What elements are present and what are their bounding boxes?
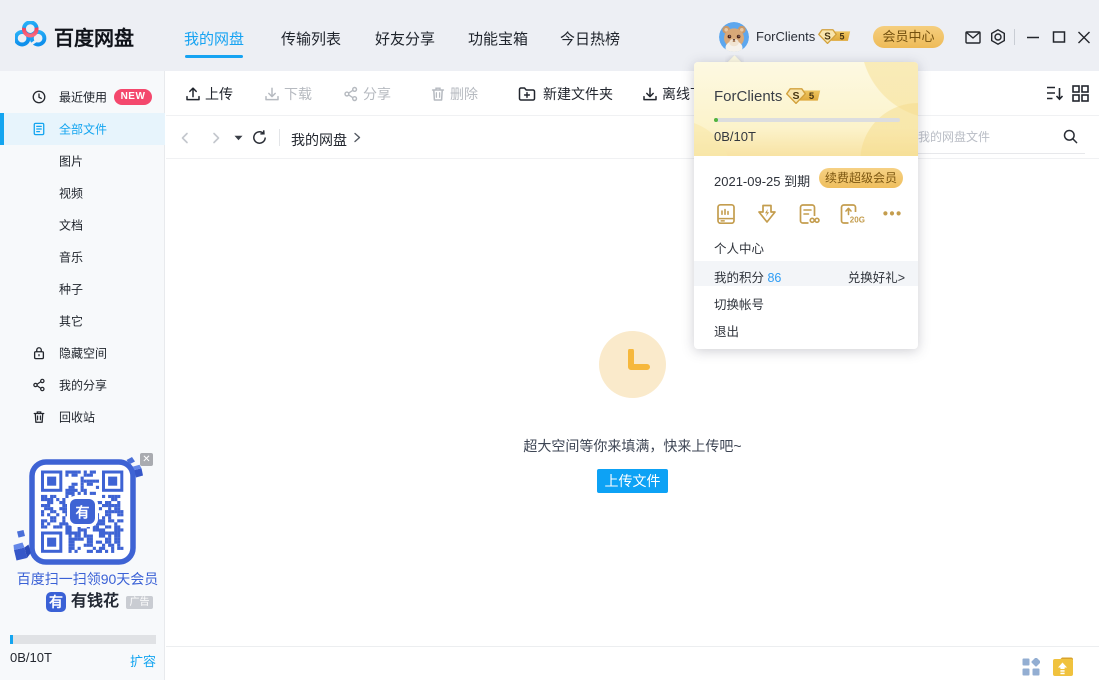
svg-text:5: 5 — [840, 32, 845, 42]
svg-text:S: S — [824, 32, 831, 43]
svg-text:5: 5 — [809, 91, 815, 102]
svg-text:有: 有 — [76, 505, 90, 521]
svg-text:20G: 20G — [850, 216, 865, 225]
svg-text:S: S — [792, 90, 799, 102]
